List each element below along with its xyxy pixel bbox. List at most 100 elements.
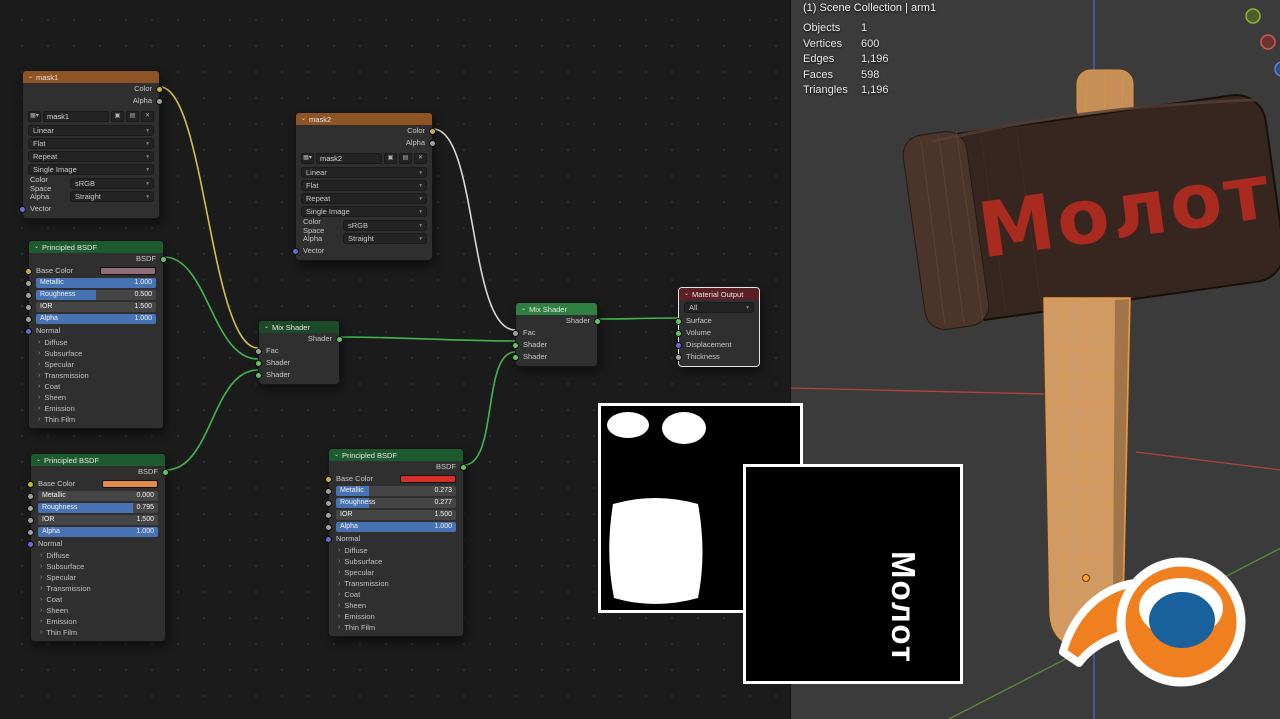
bsdf-output-socket[interactable] (162, 468, 169, 476)
roughness-socket[interactable] (27, 504, 34, 512)
ior-slider[interactable]: IOR 1.500 (38, 515, 158, 525)
vector-input-socket[interactable] (292, 247, 299, 255)
image-name-field[interactable]: mask1 (43, 110, 109, 122)
shader-input-socket[interactable] (255, 359, 262, 367)
material-output-node[interactable]: ⌄ Material Output All ▾ Surface Volume Di… (675, 287, 760, 367)
section-sheen[interactable]: › Sheen (329, 600, 463, 611)
section-diffuse[interactable]: › Diffuse (329, 545, 463, 556)
alpha-mode-select[interactable]: Straight ▾ (343, 233, 427, 244)
node-header[interactable]: ⌄ mask1 (23, 71, 159, 83)
base-color-socket[interactable] (25, 267, 32, 275)
section-transmission[interactable]: › Transmission (29, 370, 163, 381)
alpha-output-socket[interactable] (429, 139, 436, 147)
color-output-socket[interactable] (156, 85, 163, 93)
section-thin-film[interactable]: › Thin Film (31, 627, 165, 638)
navigation-gizmo[interactable] (1245, 8, 1280, 77)
principled-bsdf-node-1[interactable]: ⌄ Principled BSDF BSDF Base Color Metall… (25, 240, 167, 429)
volume-input-socket[interactable] (675, 329, 682, 337)
roughness-slider[interactable]: Roughness 0.795 (38, 503, 158, 513)
section-thin-film[interactable]: › Thin Film (29, 414, 163, 425)
metallic-socket[interactable] (25, 279, 32, 287)
unlink-icon[interactable]: ✕ (141, 110, 154, 122)
section-subsurface[interactable]: › Subsurface (329, 556, 463, 567)
shader-output-socket[interactable] (336, 335, 343, 343)
collapse-icon[interactable]: ⌄ (28, 71, 33, 83)
node-header[interactable]: ⌄ Principled BSDF (29, 241, 163, 253)
unlink-icon[interactable]: ✕ (414, 152, 427, 164)
mix-shader-node-1[interactable]: ⌄ Mix Shader Shader Fac Shader Shader (255, 320, 343, 385)
normal-input-socket[interactable] (325, 535, 332, 543)
vector-input-socket[interactable] (19, 205, 26, 213)
alpha-slider[interactable]: Alpha 1.000 (336, 522, 456, 532)
shader-input-socket[interactable] (512, 353, 519, 361)
collapse-icon[interactable]: ⌄ (264, 321, 269, 333)
ior-socket[interactable] (325, 511, 332, 519)
alpha-slider[interactable]: Alpha 1.000 (38, 527, 158, 537)
metallic-slider[interactable]: Metallic 0.273 (336, 486, 456, 496)
section-coat[interactable]: › Coat (29, 381, 163, 392)
duplicate-icon[interactable]: ▣ (384, 152, 397, 164)
collapse-icon[interactable]: ⌄ (34, 241, 39, 253)
roughness-slider[interactable]: Roughness 0.500 (36, 290, 156, 300)
section-sheen[interactable]: › Sheen (29, 392, 163, 403)
section-thin-film[interactable]: › Thin Film (329, 622, 463, 633)
base-color-socket[interactable] (325, 475, 332, 483)
section-subsurface[interactable]: › Subsurface (29, 348, 163, 359)
alpha-mode-select[interactable]: Straight ▾ (70, 191, 154, 202)
collapse-icon[interactable]: ⌄ (334, 449, 339, 461)
principled-bsdf-node-2[interactable]: ⌄ Principled BSDF BSDF Base Color Metall… (27, 453, 169, 642)
alpha-socket[interactable] (25, 315, 32, 323)
surface-input-socket[interactable] (675, 317, 682, 325)
collapse-icon[interactable]: ⌄ (684, 288, 689, 300)
section-emission[interactable]: › Emission (329, 611, 463, 622)
metallic-socket[interactable] (325, 487, 332, 495)
gizmo-x-axis-ball[interactable] (1260, 34, 1276, 50)
output-target-select[interactable]: All ▾ (684, 302, 754, 313)
folder-icon[interactable]: ▤ (399, 152, 412, 164)
gizmo-y-axis-ball[interactable] (1245, 8, 1261, 24)
section-sheen[interactable]: › Sheen (31, 605, 165, 616)
section-coat[interactable]: › Coat (329, 589, 463, 600)
section-diffuse[interactable]: › Diffuse (29, 337, 163, 348)
mix-shader-node-2[interactable]: ⌄ Mix Shader Shader Fac Shader Shader (512, 302, 601, 367)
image-name-field[interactable]: mask2 (316, 152, 382, 164)
section-transmission[interactable]: › Transmission (329, 578, 463, 589)
node-header[interactable]: ⌄ Material Output (679, 288, 759, 300)
section-coat[interactable]: › Coat (31, 594, 165, 605)
source-select[interactable]: Single Image ▾ (28, 164, 154, 175)
roughness-socket[interactable] (25, 291, 32, 299)
node-header[interactable]: ⌄ mask2 (296, 113, 432, 125)
collapse-icon[interactable]: ⌄ (521, 303, 526, 315)
section-specular[interactable]: › Specular (31, 572, 165, 583)
base-color-swatch[interactable] (100, 267, 156, 275)
node-header[interactable]: ⌄ Mix Shader (259, 321, 339, 333)
shader-input-socket[interactable] (512, 341, 519, 349)
alpha-output-socket[interactable] (156, 97, 163, 105)
collapse-icon[interactable]: ⌄ (301, 113, 306, 125)
extension-select[interactable]: Repeat ▾ (301, 193, 427, 204)
image-texture-node-mask1[interactable]: ⌄ mask1 Color Alpha ▦▾ mask1 ▣ ▤ ✕ Linea… (19, 70, 163, 219)
node-header[interactable]: ⌄ Mix Shader (516, 303, 597, 315)
duplicate-icon[interactable]: ▣ (111, 110, 124, 122)
metallic-slider[interactable]: Metallic 1.000 (36, 278, 156, 288)
ior-slider[interactable]: IOR 1.500 (36, 302, 156, 312)
image-texture-node-mask2[interactable]: ⌄ mask2 Color Alpha ▦▾ mask2 ▣ ▤ ✕ Linea… (292, 112, 436, 261)
base-color-swatch[interactable] (400, 475, 456, 483)
bsdf-output-socket[interactable] (160, 255, 167, 263)
section-diffuse[interactable]: › Diffuse (31, 550, 165, 561)
thickness-input-socket[interactable] (675, 353, 682, 361)
section-emission[interactable]: › Emission (29, 403, 163, 414)
ior-slider[interactable]: IOR 1.500 (336, 510, 456, 520)
gizmo-z-axis-ball[interactable] (1274, 61, 1280, 77)
source-select[interactable]: Single Image ▾ (301, 206, 427, 217)
shader-output-socket[interactable] (594, 317, 601, 325)
section-specular[interactable]: › Specular (29, 359, 163, 370)
principled-bsdf-node-3[interactable]: ⌄ Principled BSDF BSDF Base Color Metall… (325, 448, 467, 637)
section-emission[interactable]: › Emission (31, 616, 165, 627)
section-transmission[interactable]: › Transmission (31, 583, 165, 594)
color-space-select[interactable]: sRGB ▾ (343, 220, 427, 231)
extension-select[interactable]: Repeat ▾ (28, 151, 154, 162)
image-browse-icon[interactable]: ▦▾ (301, 152, 314, 164)
projection-select[interactable]: Flat ▾ (301, 180, 427, 191)
section-subsurface[interactable]: › Subsurface (31, 561, 165, 572)
